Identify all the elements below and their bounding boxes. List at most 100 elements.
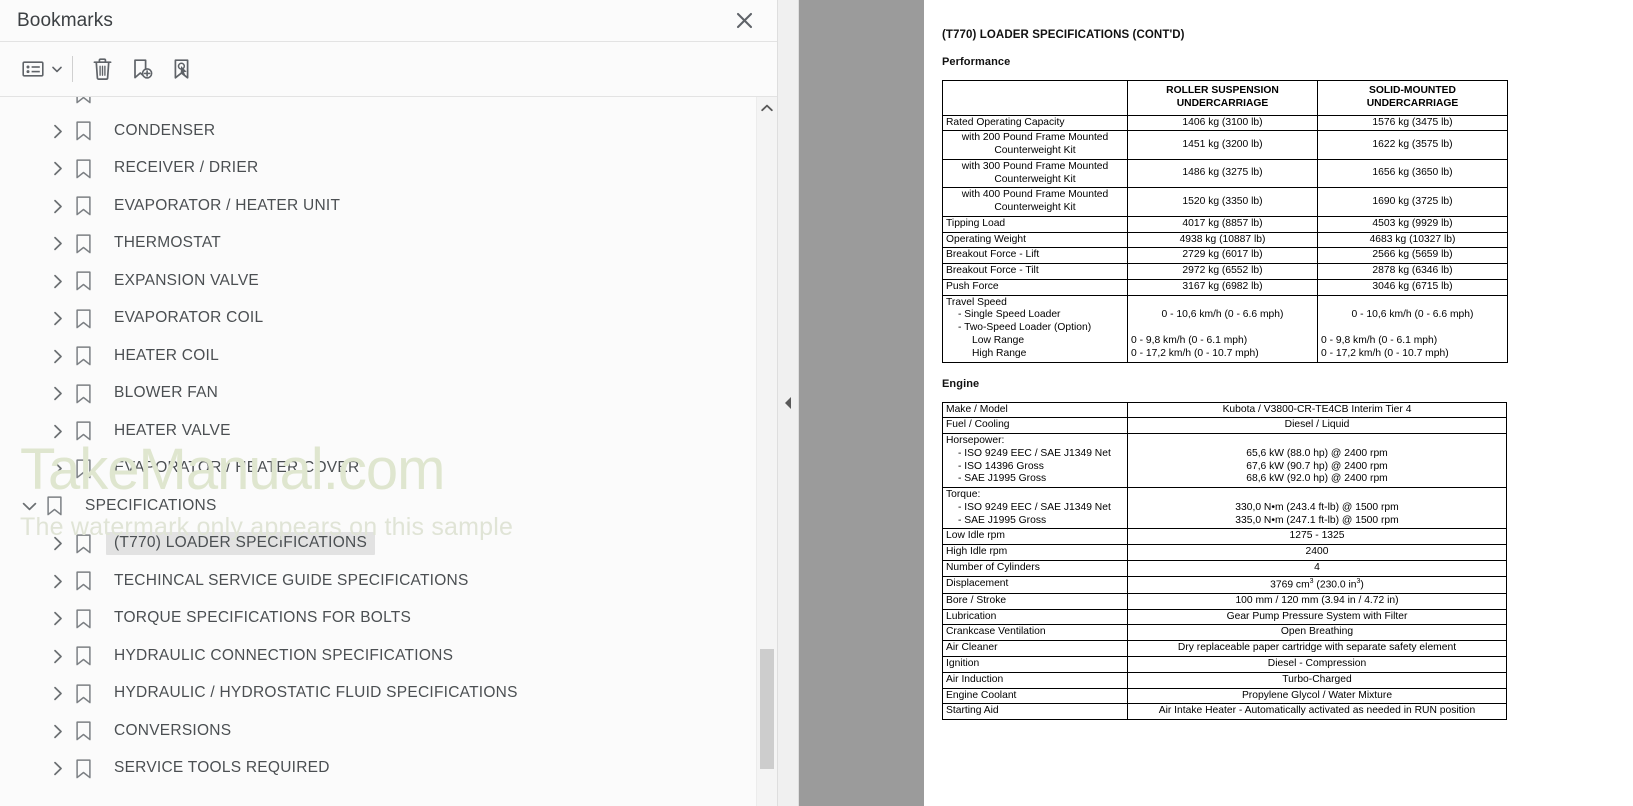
bookmark-item-receiver-drier[interactable]: RECEIVER / DRIER [0,150,756,188]
chevron-right-icon[interactable] [45,424,71,439]
bookmark-item-torque-specifications-for-bolts[interactable]: TORQUE SPECIFICATIONS FOR BOLTS [0,600,756,638]
chevron-right-icon[interactable] [45,161,71,176]
bookmark-item-thermostat[interactable]: THERMOSTAT [0,225,756,263]
bookmark-icon [71,759,95,779]
row-value: 65,6 kW (88.0 hp) @ 2400 rpm 67,6 kW (90.… [1127,433,1507,489]
chevron-right-icon[interactable] [45,274,71,289]
collapse-left-icon [785,397,791,409]
trash-icon[interactable] [82,49,122,89]
bookmark-item-specifications[interactable]: SPECIFICATIONS [0,488,756,526]
chevron-down-icon[interactable] [49,49,65,89]
row-value: Gear Pump Pressure System with Filter [1127,608,1507,626]
table-row: Breakout Force - Lift 2729 kg (6017 lb) 25… [942,247,1508,265]
bookmarks-panel-header: Bookmarks [0,0,777,41]
bookmark-label-container: HYDRAULIC CONNECTION SPECIFICATIONS [106,645,461,668]
table-row: Lubrication Gear Pump Pressure System wit… [942,608,1507,626]
table-row: Operating Weight 4938 kg (10887 lb) 4683 k… [942,231,1508,249]
bookmark-icon [71,196,95,216]
row-label: Breakout Force - Tilt [942,263,1128,280]
table-header-row: ROLLER SUSPENSION UNDERCARRIAGE SOLID-MOUN… [942,80,1508,116]
solid-value: 2566 kg (5659 lb) [1317,247,1508,265]
row-label: Make / Model [942,401,1128,419]
bookmark-item-heater-coil[interactable]: HEATER COIL [0,338,756,376]
roller-value: 2729 kg (6017 lb) [1127,247,1318,265]
add-bookmark-icon[interactable] [122,49,162,89]
chevron-right-icon[interactable] [45,574,71,589]
engine-table: Make / Model Kubota / V3800-CR-TE4CB Inte… [942,401,1507,721]
chevron-right-icon[interactable] [45,649,71,664]
chevron-right-icon[interactable] [45,724,71,739]
bookmark-label: HYDRAULIC / HYDROSTATIC FLUID SPECIFICAT… [114,684,518,702]
bookmark-item-service-tools-required[interactable]: SERVICE TOOLS REQUIRED [0,750,756,788]
bookmark-item-techincal-service-guide-specifications[interactable]: TECHINCAL SERVICE GUIDE SPECIFICATIONS [0,563,756,601]
solid-value: 4683 kg (10327 lb) [1317,231,1508,249]
bookmark-label-container: THERMOSTAT [106,232,229,255]
bookmark-item-hydraulic-connection-specifications[interactable]: HYDRAULIC CONNECTION SPECIFICATIONS [0,638,756,676]
row-label: Bore / Stroke [942,592,1128,610]
bookmark-label: SPECIFICATIONS [85,496,217,514]
bookmark-item-expansion-valve[interactable]: EXPANSION VALVE [0,263,756,301]
bookmark-item-hydraulic-hydrostatic-fluid-specifications[interactable]: HYDRAULIC / HYDROSTATIC FLUID SPECIFICAT… [0,675,756,713]
row-label: Push Force [942,278,1128,296]
page-gutter [799,0,924,806]
row-value: 4 [1127,559,1507,577]
list-options-icon[interactable] [13,49,53,89]
bookmark-item-evaporator-heater-unit[interactable]: EVAPORATOR / HEATER UNIT [0,188,756,226]
bookmark-item-evaporator-heater-cover[interactable]: EVAPORATOR / HEATER COVER [0,450,756,488]
chevron-right-icon[interactable] [45,686,71,701]
bookmark-item-evaporator-coil[interactable]: EVAPORATOR COIL [0,300,756,338]
chevron-right-icon[interactable] [45,349,71,364]
bookmark-item-conversions[interactable]: CONVERSIONS [0,713,756,751]
table-row: Bore / Stroke 100 mm / 120 mm (3.94 in / … [942,592,1507,610]
row-label: Torque: - ISO 9249 EEC / SAE J1349 Net - S… [942,487,1128,530]
roller-value: 1406 kg (3100 lb) [1127,114,1318,132]
bookmark-icon [71,309,95,329]
chevron-right-icon[interactable] [45,199,71,214]
row-label: Number of Cylinders [942,559,1128,577]
scroll-up-icon[interactable] [757,97,777,118]
edit-bookmark-icon[interactable] [162,49,202,89]
roller-value: 3167 kg (6982 lb) [1127,278,1318,296]
bookmark-label-container: HYDRAULIC / HYDROSTATIC FLUID SPECIFICAT… [106,682,526,705]
bookmark-label-container: EVAPORATOR / HEATER UNIT [106,195,348,218]
bookmark-item-t770-loader-specifications[interactable]: (T770) LOADER SPECIFICATIONS [0,525,756,563]
bookmark-label-container: EXPANSION VALVE [106,270,267,293]
bookmark-item-heater-valve[interactable]: HEATER VALVE [0,413,756,451]
row-value: 3769 cm3 (230.0 in3) [1127,575,1507,594]
row-value: Kubota / V3800-CR-TE4CB Interim Tier 4 [1127,401,1507,419]
table-row: Make / Model Kubota / V3800-CR-TE4CB Inte… [942,401,1507,419]
bookmark-icon [71,571,95,591]
bookmarks-tree-container: CONDENSER RECEIVER / DRIER EVAPORATOR / HE… [0,97,777,806]
table-row: with 200 Pound Frame Mounted Counterweigh… [942,130,1508,160]
row-label: Tipping Load [942,215,1128,233]
row-label: Breakout Force - Lift [942,247,1128,265]
table-row: Rated Operating Capacity 1406 kg (3100 lb… [942,114,1508,132]
bookmark-label: EXPANSION VALVE [114,271,260,289]
bookmark-label-container: BLOWER FAN [106,382,226,405]
document-view[interactable]: (T770) LOADER SPECIFICATIONS (CONT'D) Pe… [924,0,1633,806]
chevron-right-icon[interactable] [45,536,71,551]
row-label: Low Idle rpm [942,528,1128,546]
chevron-right-icon[interactable] [45,611,71,626]
chevron-right-icon[interactable] [45,124,71,139]
chevron-down-icon[interactable] [16,501,42,512]
chevron-right-icon[interactable] [45,386,71,401]
bookmarks-scrollbar[interactable] [756,97,777,806]
table-row-travel-speed: Travel Speed - Single Speed Loader - Two-S… [942,294,1508,363]
chevron-right-icon[interactable] [45,311,71,326]
chevron-right-icon[interactable] [45,236,71,251]
chevron-right-icon[interactable] [45,461,71,476]
bookmark-icon [42,496,66,516]
row-label: Air Cleaner [942,640,1128,657]
solid-value: 1656 kg (3650 lb) [1317,158,1508,189]
bookmark-icon [71,534,95,554]
panel-splitter[interactable] [777,0,799,806]
bookmark-item-condenser[interactable]: CONDENSER [0,113,756,151]
bookmarks-toolbar [0,41,777,97]
list-item[interactable] [0,97,756,113]
chevron-right-icon[interactable] [45,761,71,776]
scrollbar-thumb[interactable] [760,649,774,769]
table-row: Tipping Load 4017 kg (8857 lb) 4503 kg (99… [942,215,1508,233]
close-icon[interactable] [729,6,759,36]
bookmark-item-blower-fan[interactable]: BLOWER FAN [0,375,756,413]
